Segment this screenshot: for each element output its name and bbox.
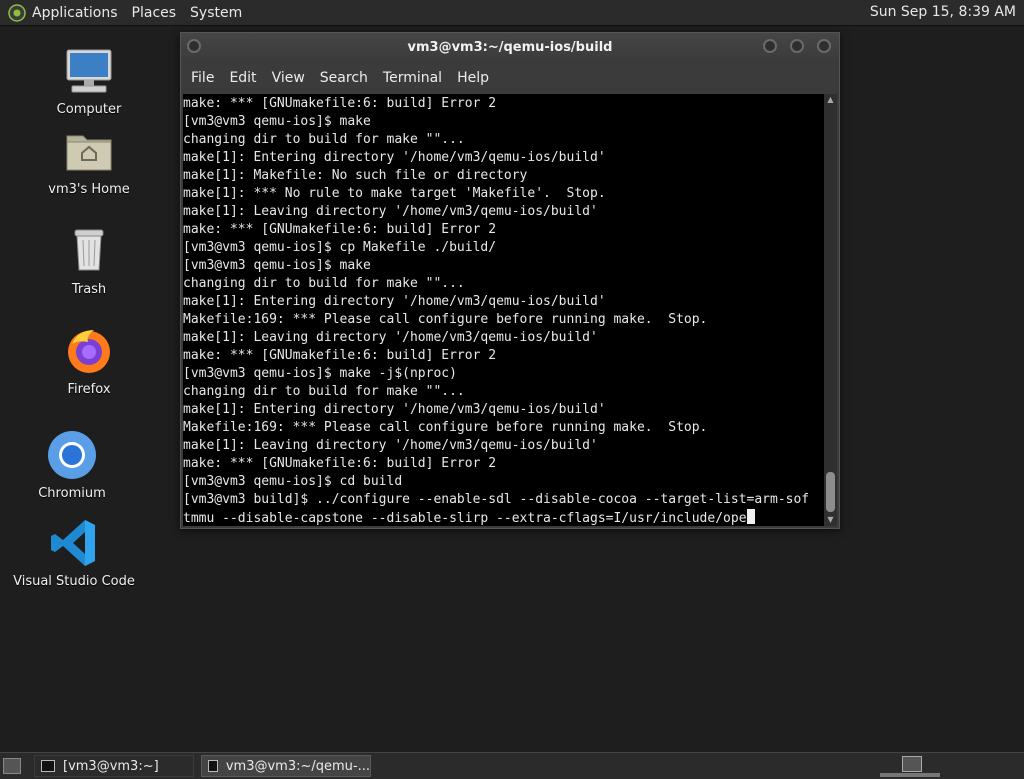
terminal-line: make[1]: Entering directory '/home/vm3/q… bbox=[183, 294, 606, 309]
maximize-button[interactable] bbox=[790, 39, 804, 53]
desktop-icon-vscode[interactable]: Visual Studio Code bbox=[9, 516, 139, 589]
menu-help[interactable]: Help bbox=[457, 70, 489, 86]
terminal-line: [vm3@vm3 qemu-ios]$ make bbox=[183, 258, 371, 273]
menu-search[interactable]: Search bbox=[320, 70, 368, 86]
terminal-line: [vm3@vm3 qemu-ios]$ make bbox=[183, 114, 371, 129]
scroll-thumb[interactable] bbox=[826, 472, 835, 512]
desktop-icon-firefox[interactable]: Firefox bbox=[24, 324, 154, 397]
terminal-icon bbox=[41, 760, 55, 772]
terminal-scrollbar[interactable]: ▲ ▼ bbox=[824, 94, 837, 526]
firefox-icon bbox=[68, 330, 110, 373]
terminal-cursor bbox=[746, 509, 755, 524]
minimize-button[interactable] bbox=[763, 39, 777, 53]
desktop-icon-home[interactable]: vm3's Home bbox=[24, 124, 154, 197]
clock[interactable]: Sun Sep 15, 8:39 AM bbox=[870, 4, 1016, 20]
home-folder-icon bbox=[66, 135, 112, 171]
terminal-line: make[1]: Leaving directory '/home/vm3/qe… bbox=[183, 204, 598, 219]
scroll-down-arrow-icon[interactable]: ▼ bbox=[824, 514, 837, 526]
terminal-line: Makefile:169: *** Please call configure … bbox=[183, 312, 708, 327]
top-panel: Applications Places System Sun Sep 15, 8… bbox=[0, 0, 1024, 26]
terminal-icon bbox=[208, 760, 218, 772]
taskbar-item-label: vm3@vm3:~/qemu-... bbox=[225, 758, 370, 774]
workspace-switcher[interactable] bbox=[902, 756, 922, 772]
computer-icon bbox=[66, 49, 112, 93]
desktop-icon-label: vm3's Home bbox=[48, 182, 130, 197]
terminal-line: [vm3@vm3 qemu-ios]$ cd build bbox=[183, 474, 403, 489]
desktop-icon-label: Trash bbox=[71, 282, 107, 297]
terminal-line: make[1]: Entering directory '/home/vm3/q… bbox=[183, 150, 606, 165]
terminal-output[interactable]: make: *** [GNUmakefile:6: build] Error 2… bbox=[183, 94, 824, 526]
taskbar: [vm3@vm3:~] vm3@vm3:~/qemu-... bbox=[0, 752, 1024, 779]
show-desktop-icon[interactable] bbox=[3, 758, 21, 774]
desktop-icon-chromium[interactable]: Chromium bbox=[7, 428, 137, 501]
terminal-line: make[1]: Entering directory '/home/vm3/q… bbox=[183, 402, 606, 417]
title-bar[interactable]: vm3@vm3:~/qemu-ios/build bbox=[181, 33, 839, 63]
desktop-icon-computer[interactable]: Computer bbox=[24, 44, 154, 117]
close-button[interactable] bbox=[817, 39, 831, 53]
terminal-line: make: *** [GNUmakefile:6: build] Error 2 bbox=[183, 348, 497, 363]
taskbar-item-label: [vm3@vm3:~] bbox=[63, 758, 159, 774]
taskbar-item-home-terminal[interactable]: [vm3@vm3:~] bbox=[34, 755, 194, 777]
chromium-icon bbox=[48, 431, 96, 479]
terminal-line: make[1]: Leaving directory '/home/vm3/qe… bbox=[183, 438, 598, 453]
terminal-line: make: *** [GNUmakefile:6: build] Error 2 bbox=[183, 456, 497, 471]
desktop-icon-label: Chromium bbox=[38, 486, 106, 501]
terminal-line: make: *** [GNUmakefile:6: build] Error 2 bbox=[183, 96, 497, 111]
places-menu[interactable]: Places bbox=[132, 5, 177, 21]
terminal-line: changing dir to build for make ""... bbox=[183, 132, 465, 147]
terminal-line: changing dir to build for make ""... bbox=[183, 276, 465, 291]
terminal-line: Makefile:169: *** Please call configure … bbox=[183, 420, 708, 435]
terminal-line: [vm3@vm3 qemu-ios]$ make -j$(nproc) bbox=[183, 366, 457, 381]
applications-menu-icon[interactable] bbox=[8, 3, 26, 22]
terminal-line: tmmu --disable-capstone --disable-slirp … bbox=[183, 509, 824, 526]
menu-view[interactable]: View bbox=[272, 70, 305, 86]
vscode-icon bbox=[51, 520, 95, 566]
taskbar-item-build-terminal[interactable]: vm3@vm3:~/qemu-... bbox=[201, 755, 371, 777]
window-title: vm3@vm3:~/qemu-ios/build bbox=[407, 40, 613, 55]
terminal-line: make[1]: Makefile: No such file or direc… bbox=[183, 168, 528, 183]
terminal-window[interactable]: vm3@vm3:~/qemu-ios/build File Edit View … bbox=[180, 32, 840, 529]
desktop-icon-trash[interactable]: Trash bbox=[24, 224, 154, 297]
desktop-icon-label: Firefox bbox=[67, 382, 111, 397]
terminal-line: [vm3@vm3 qemu-ios]$ cp Makefile ./build/ bbox=[183, 240, 497, 255]
terminal-menu-bar: File Edit View Search Terminal Help bbox=[181, 63, 839, 93]
terminal-line: [vm3@vm3 build]$ ../configure --enable-s… bbox=[183, 492, 810, 507]
menu-file[interactable]: File bbox=[191, 70, 214, 86]
desktop-icon-label: Visual Studio Code bbox=[13, 574, 135, 589]
desktop-icon-label: Computer bbox=[56, 102, 122, 117]
terminal-line: changing dir to build for make ""... bbox=[183, 384, 465, 399]
workspace-indicator bbox=[880, 773, 940, 777]
terminal-text: make: *** [GNUmakefile:6: build] Error 2… bbox=[183, 94, 824, 526]
terminal-line: make: *** [GNUmakefile:6: build] Error 2 bbox=[183, 222, 497, 237]
applications-menu[interactable]: Applications bbox=[32, 5, 118, 21]
menu-edit[interactable]: Edit bbox=[229, 70, 256, 86]
system-menu[interactable]: System bbox=[190, 5, 242, 21]
terminal-line: make[1]: *** No rule to make target 'Mak… bbox=[183, 186, 606, 201]
menu-terminal[interactable]: Terminal bbox=[383, 70, 442, 86]
trash-icon bbox=[74, 229, 104, 271]
terminal-line: make[1]: Leaving directory '/home/vm3/qe… bbox=[183, 330, 598, 345]
scroll-up-arrow-icon[interactable]: ▲ bbox=[824, 94, 837, 106]
